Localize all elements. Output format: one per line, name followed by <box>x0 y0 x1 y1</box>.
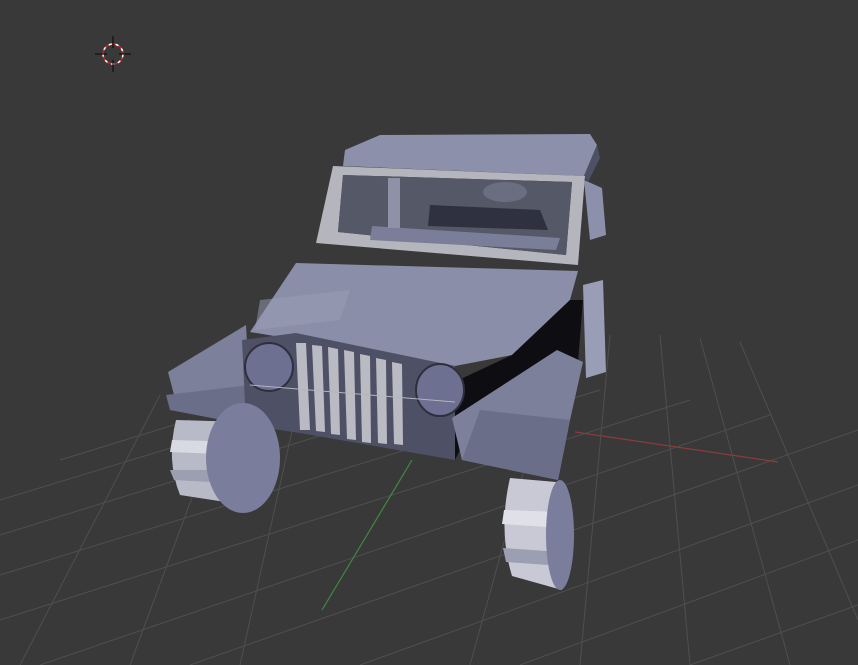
3d-viewport[interactable] <box>0 0 858 665</box>
3d-cursor-icon[interactable] <box>95 36 131 72</box>
viewport-scene[interactable] <box>0 0 858 665</box>
front-right-wheel <box>502 478 574 590</box>
right-headlight <box>415 363 465 417</box>
x-axis-line <box>574 431 779 463</box>
rear-wheel <box>583 280 606 378</box>
steering-wheel <box>483 182 527 202</box>
left-headlight <box>244 342 294 392</box>
jeep-model[interactable] <box>166 134 606 590</box>
front-left-wheel <box>170 403 280 513</box>
y-axis-line <box>321 459 413 611</box>
